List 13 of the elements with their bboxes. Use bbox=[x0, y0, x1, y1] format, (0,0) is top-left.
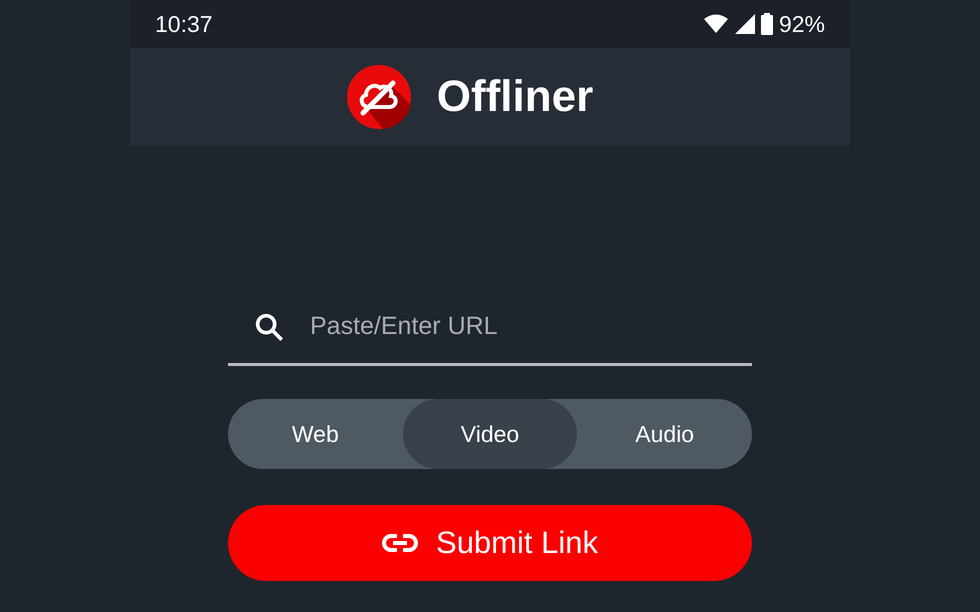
app-title: Offliner bbox=[436, 71, 594, 123]
logo-icon bbox=[346, 65, 411, 129]
submit-button[interactable]: Submit Link bbox=[228, 505, 752, 581]
wifi-icon bbox=[702, 14, 729, 34]
clock-time: 10:37 bbox=[155, 10, 213, 39]
mode-tab[interactable]: Video bbox=[402, 399, 578, 469]
battery-percent: 92% bbox=[778, 10, 825, 39]
link-icon bbox=[382, 533, 418, 553]
battery-icon bbox=[760, 13, 773, 35]
mode-tab[interactable]: Web bbox=[228, 399, 403, 469]
mode-tab[interactable]: Audio bbox=[577, 399, 752, 469]
signal-icon bbox=[734, 14, 755, 34]
url-field[interactable]: Paste/Enter URL bbox=[310, 308, 728, 346]
